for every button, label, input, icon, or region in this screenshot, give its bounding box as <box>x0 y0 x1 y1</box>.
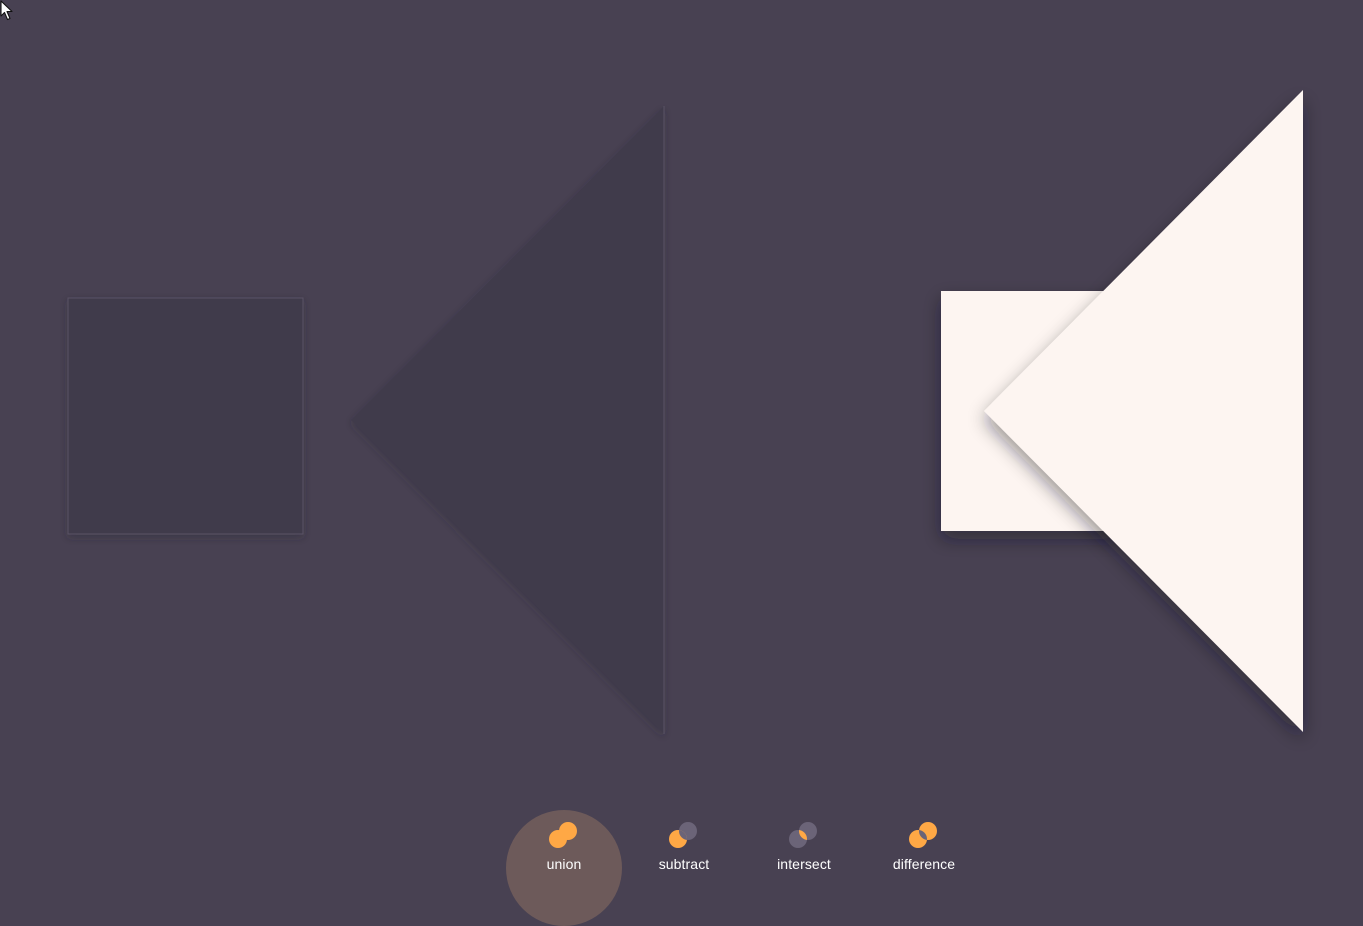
difference-label: difference <box>892 856 956 872</box>
subtract-label: subtract <box>658 856 710 872</box>
canvas[interactable] <box>0 0 1363 874</box>
union-label: union <box>546 856 582 872</box>
difference-icon <box>909 822 937 848</box>
union-icon <box>549 822 577 848</box>
subtract-icon <box>669 822 697 848</box>
result-triangle[interactable] <box>984 90 1303 732</box>
intersect-button[interactable]: intersect <box>744 808 860 874</box>
mouse-cursor-icon <box>0 0 13 21</box>
boolean-operation-toolbar: union subtract intersect difference <box>504 808 984 926</box>
canvas-drawing <box>67 90 1303 734</box>
difference-button[interactable]: difference <box>864 808 980 874</box>
intersect-label: intersect <box>777 856 831 872</box>
source-square[interactable] <box>67 297 304 535</box>
intersect-icon <box>789 822 817 848</box>
union-button[interactable]: union <box>504 808 622 926</box>
source-triangle[interactable] <box>351 106 664 734</box>
subtract-button[interactable]: subtract <box>624 808 740 874</box>
